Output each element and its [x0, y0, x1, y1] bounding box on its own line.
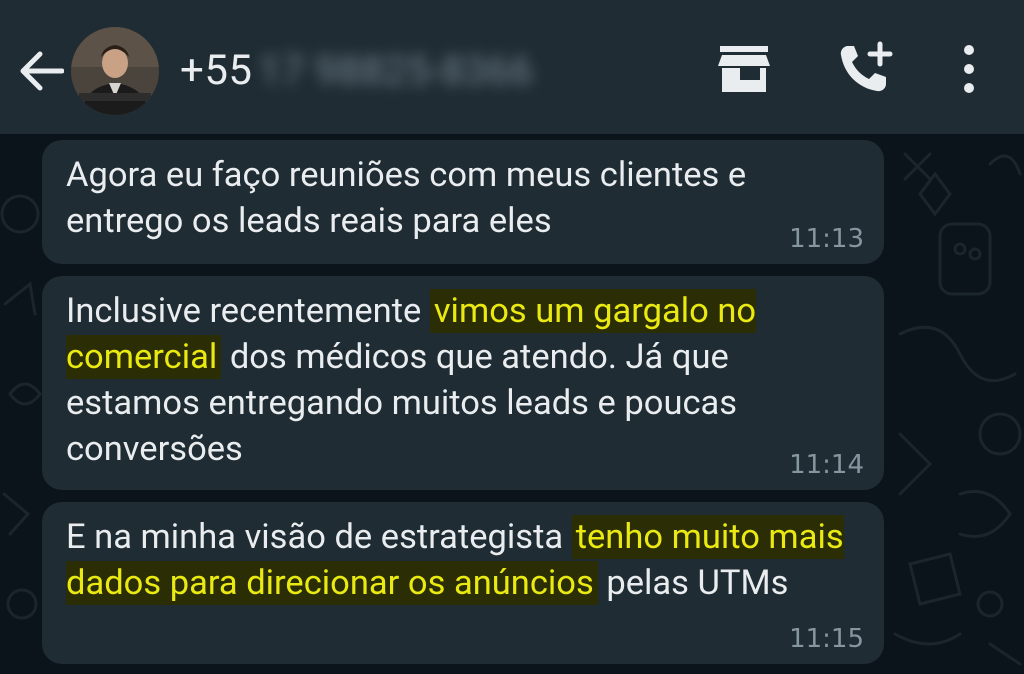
message-time: 11:15 [789, 624, 864, 654]
contact-name[interactable]: +55 17 98825-8366 [180, 44, 533, 96]
message-text: Agora eu faço reuniões com meus clientes… [66, 152, 860, 244]
chat-header: +55 17 98825-8366 [0, 0, 1024, 134]
message-bubble[interactable]: E na minha visão de estrategista tenho m… [42, 502, 884, 664]
message-bubble[interactable]: Inclusive recentemente vimos um gargalo … [42, 276, 884, 490]
message-text-segment: pelas UTMs [597, 563, 789, 603]
message-text-segment: Agora eu faço reuniões com meus clientes… [66, 155, 747, 241]
chat-area: Agora eu faço reuniões com meus clientes… [0, 134, 1024, 674]
contact-number-blurred: 17 98825-8366 [258, 46, 534, 94]
avatar[interactable] [71, 27, 159, 115]
message-text-segment: E na minha visão de estrategista [66, 517, 572, 557]
message-time: 11:14 [789, 450, 864, 480]
more-vert-icon[interactable] [952, 42, 986, 98]
message-text: Inclusive recentemente vimos um gargalo … [66, 288, 860, 472]
call-add-icon[interactable] [836, 40, 894, 96]
message-time: 11:13 [789, 224, 864, 254]
contact-prefix: +55 [180, 45, 253, 95]
message-text: E na minha visão de estrategista tenho m… [66, 514, 860, 606]
message-bubble[interactable]: Agora eu faço reuniões com meus clientes… [42, 140, 884, 264]
store-icon[interactable] [716, 44, 772, 96]
message-text-segment: Inclusive recentemente [66, 291, 430, 331]
back-arrow-icon[interactable] [18, 50, 64, 92]
